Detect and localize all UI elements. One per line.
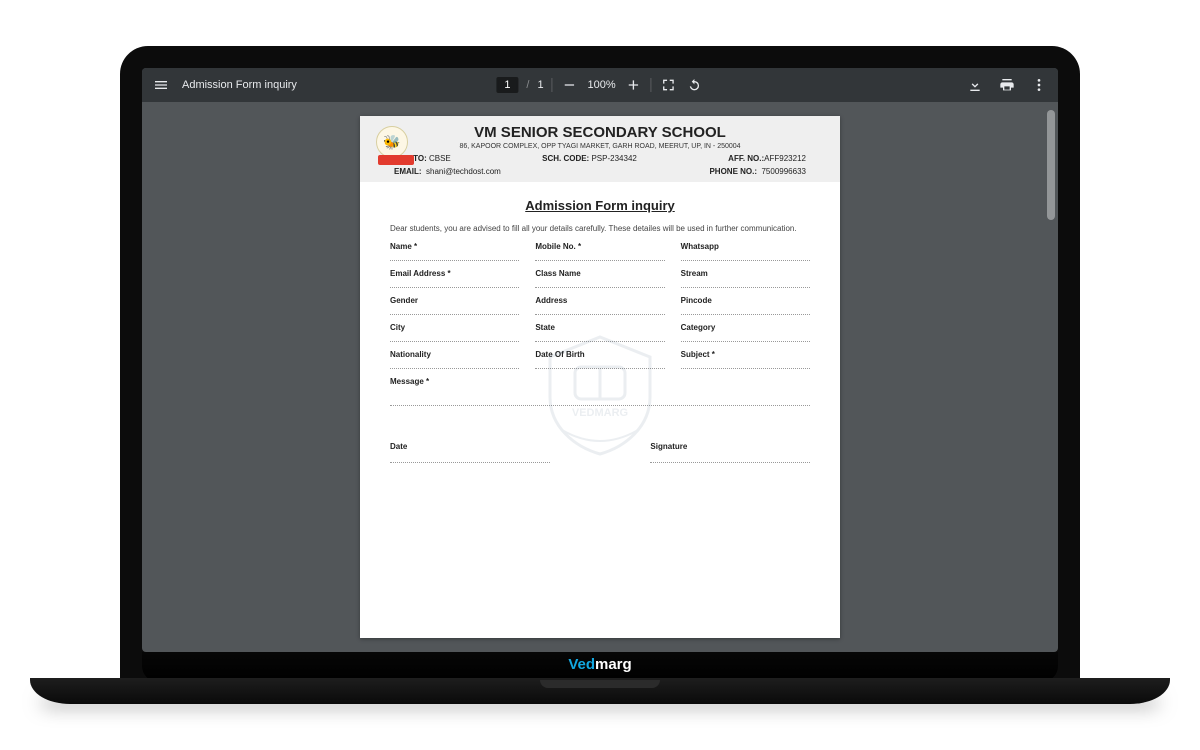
aff-no: AFF. NO.:AFF923212 [728,154,806,163]
more-icon[interactable] [1030,76,1048,94]
sch-code: SCH. CODE: PSP-234342 [542,154,637,163]
signature-row: Date Signature [390,442,810,463]
form-intro: Dear students, you are advised to fill a… [390,223,810,234]
field-name: Name * [390,242,519,261]
laptop-mockup: Admission Form inquiry 1 / 1 100% [120,46,1080,682]
field-message: Message * [390,377,810,406]
form-title: Admission Form inquiry [390,198,810,213]
fit-page-icon[interactable] [660,76,678,94]
trackpad-notch [540,680,660,688]
school-address: 86, KAPOOR COMPLEX, OPP TYAGI MARKET, GA… [390,143,810,150]
scrollbar-thumb[interactable] [1047,110,1055,220]
field-state: State [535,323,664,342]
field-dob: Date Of Birth [535,350,664,369]
laptop-base [30,678,1170,704]
zoom-in-icon[interactable] [625,76,643,94]
field-city: City [390,323,519,342]
screen-bezel: Admission Form inquiry 1 / 1 100% [120,46,1080,682]
rotate-icon[interactable] [686,76,704,94]
school-name: VM SENIOR SECONDARY SCHOOL [390,124,810,141]
document-title: Admission Form inquiry [182,79,297,91]
pdf-viewer-body: 🐝 VM SENIOR SECONDARY SCHOOL 86, KAPOOR … [142,102,1058,652]
brand-logo: Vedmarg [568,656,631,674]
signature-box: Signature [650,442,810,463]
phone: PHONE NO.: 7500996633 [709,167,806,176]
menu-icon[interactable] [152,76,170,94]
field-class: Class Name [535,269,664,288]
field-email: Email Address * [390,269,519,288]
toolbar-divider [552,78,553,92]
pdf-page: 🐝 VM SENIOR SECONDARY SCHOOL 86, KAPOOR … [360,116,840,638]
field-nationality: Nationality [390,350,519,369]
pdf-viewer-toolbar: Admission Form inquiry 1 / 1 100% [142,68,1058,102]
field-stream: Stream [681,269,810,288]
field-address: Address [535,296,664,315]
page-separator: / [526,79,529,91]
page-current-input[interactable]: 1 [498,79,516,91]
zoom-out-icon[interactable] [561,76,579,94]
field-whatsapp: Whatsapp [681,242,810,261]
field-gender: Gender [390,296,519,315]
form-area: VEDMARG Admission Form inquiry Dear stud… [360,182,840,638]
screen: Admission Form inquiry 1 / 1 100% [142,68,1058,652]
download-icon[interactable] [966,76,984,94]
page-total: 1 [537,79,543,91]
document-header: 🐝 VM SENIOR SECONDARY SCHOOL 86, KAPOOR … [360,116,840,182]
field-pincode: Pincode [681,296,810,315]
page-counter: 1 [496,77,518,93]
print-icon[interactable] [998,76,1016,94]
scrollbar[interactable] [1046,102,1056,652]
toolbar-divider [651,78,652,92]
email: EMAIL: shani@techdost.com [394,167,501,176]
field-mobile: Mobile No. * [535,242,664,261]
zoom-value: 100% [587,79,617,91]
form-fields-grid: Name * Mobile No. * Whatsapp Email Addre… [390,242,810,412]
field-subject: Subject * [681,350,810,369]
date-box: Date [390,442,550,463]
school-logo: 🐝 [376,126,416,166]
field-category: Category [681,323,810,342]
